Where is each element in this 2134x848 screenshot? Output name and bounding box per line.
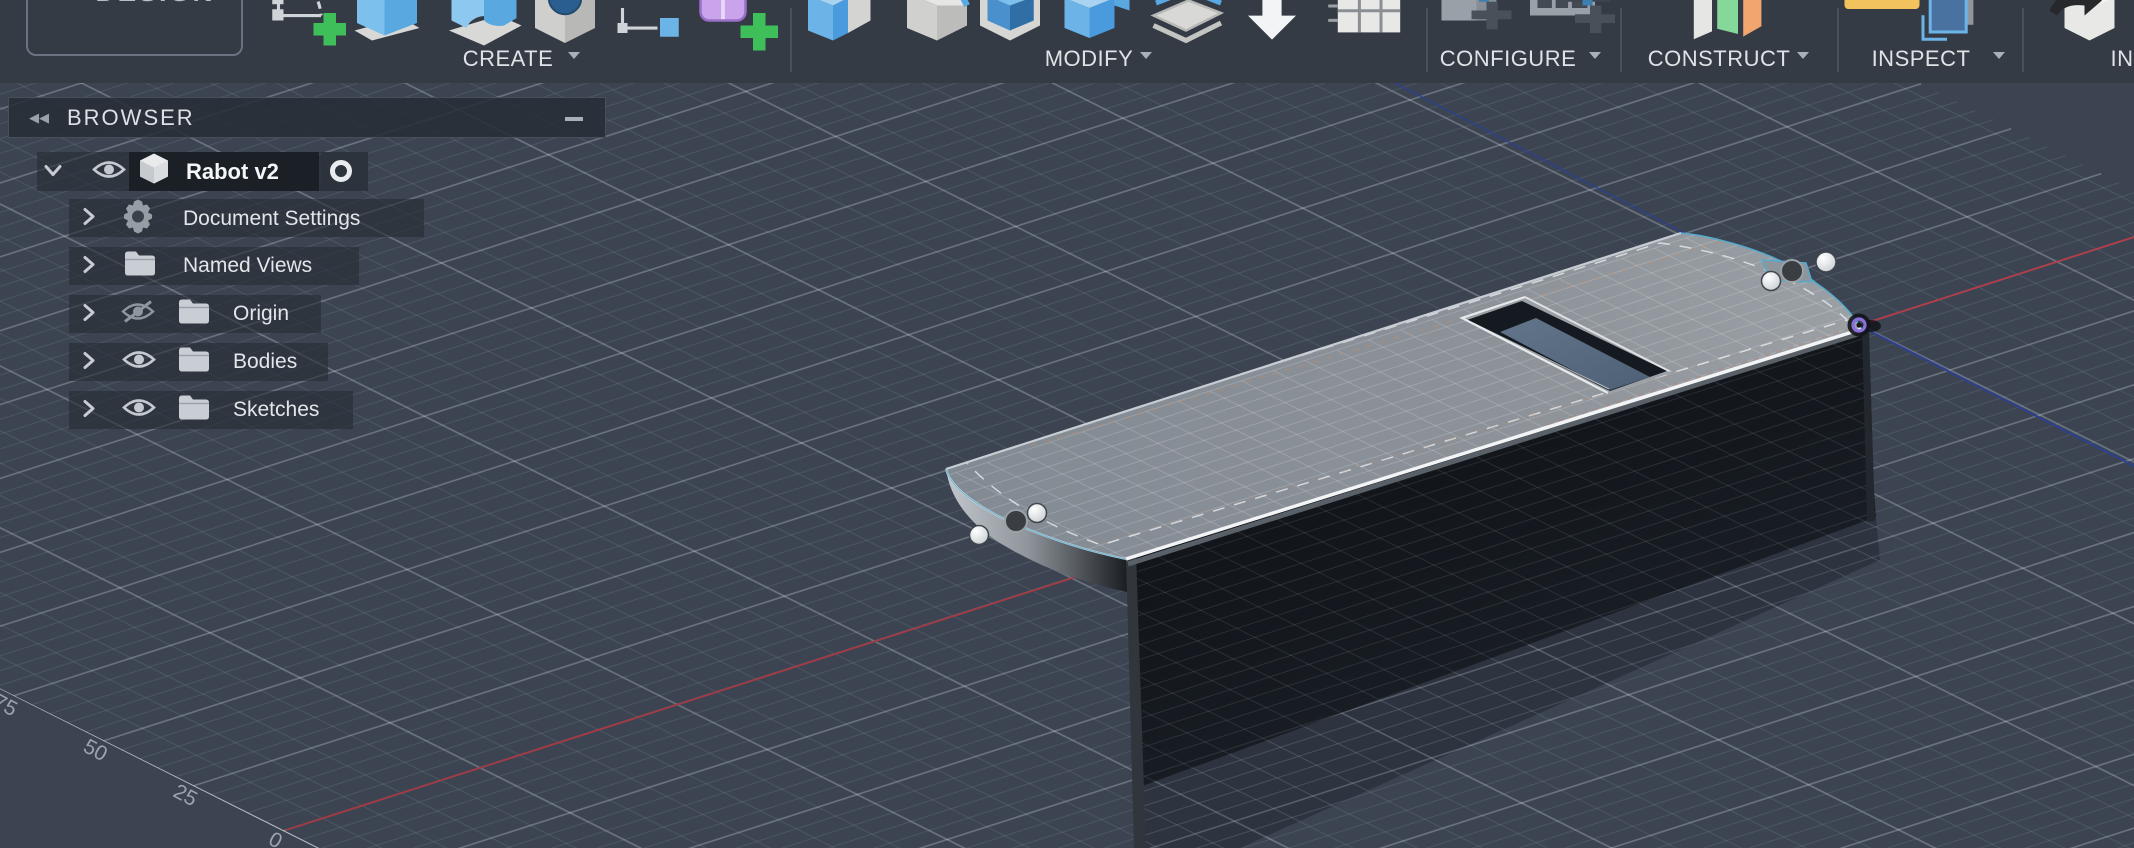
- svg-text:0: 0: [265, 828, 286, 848]
